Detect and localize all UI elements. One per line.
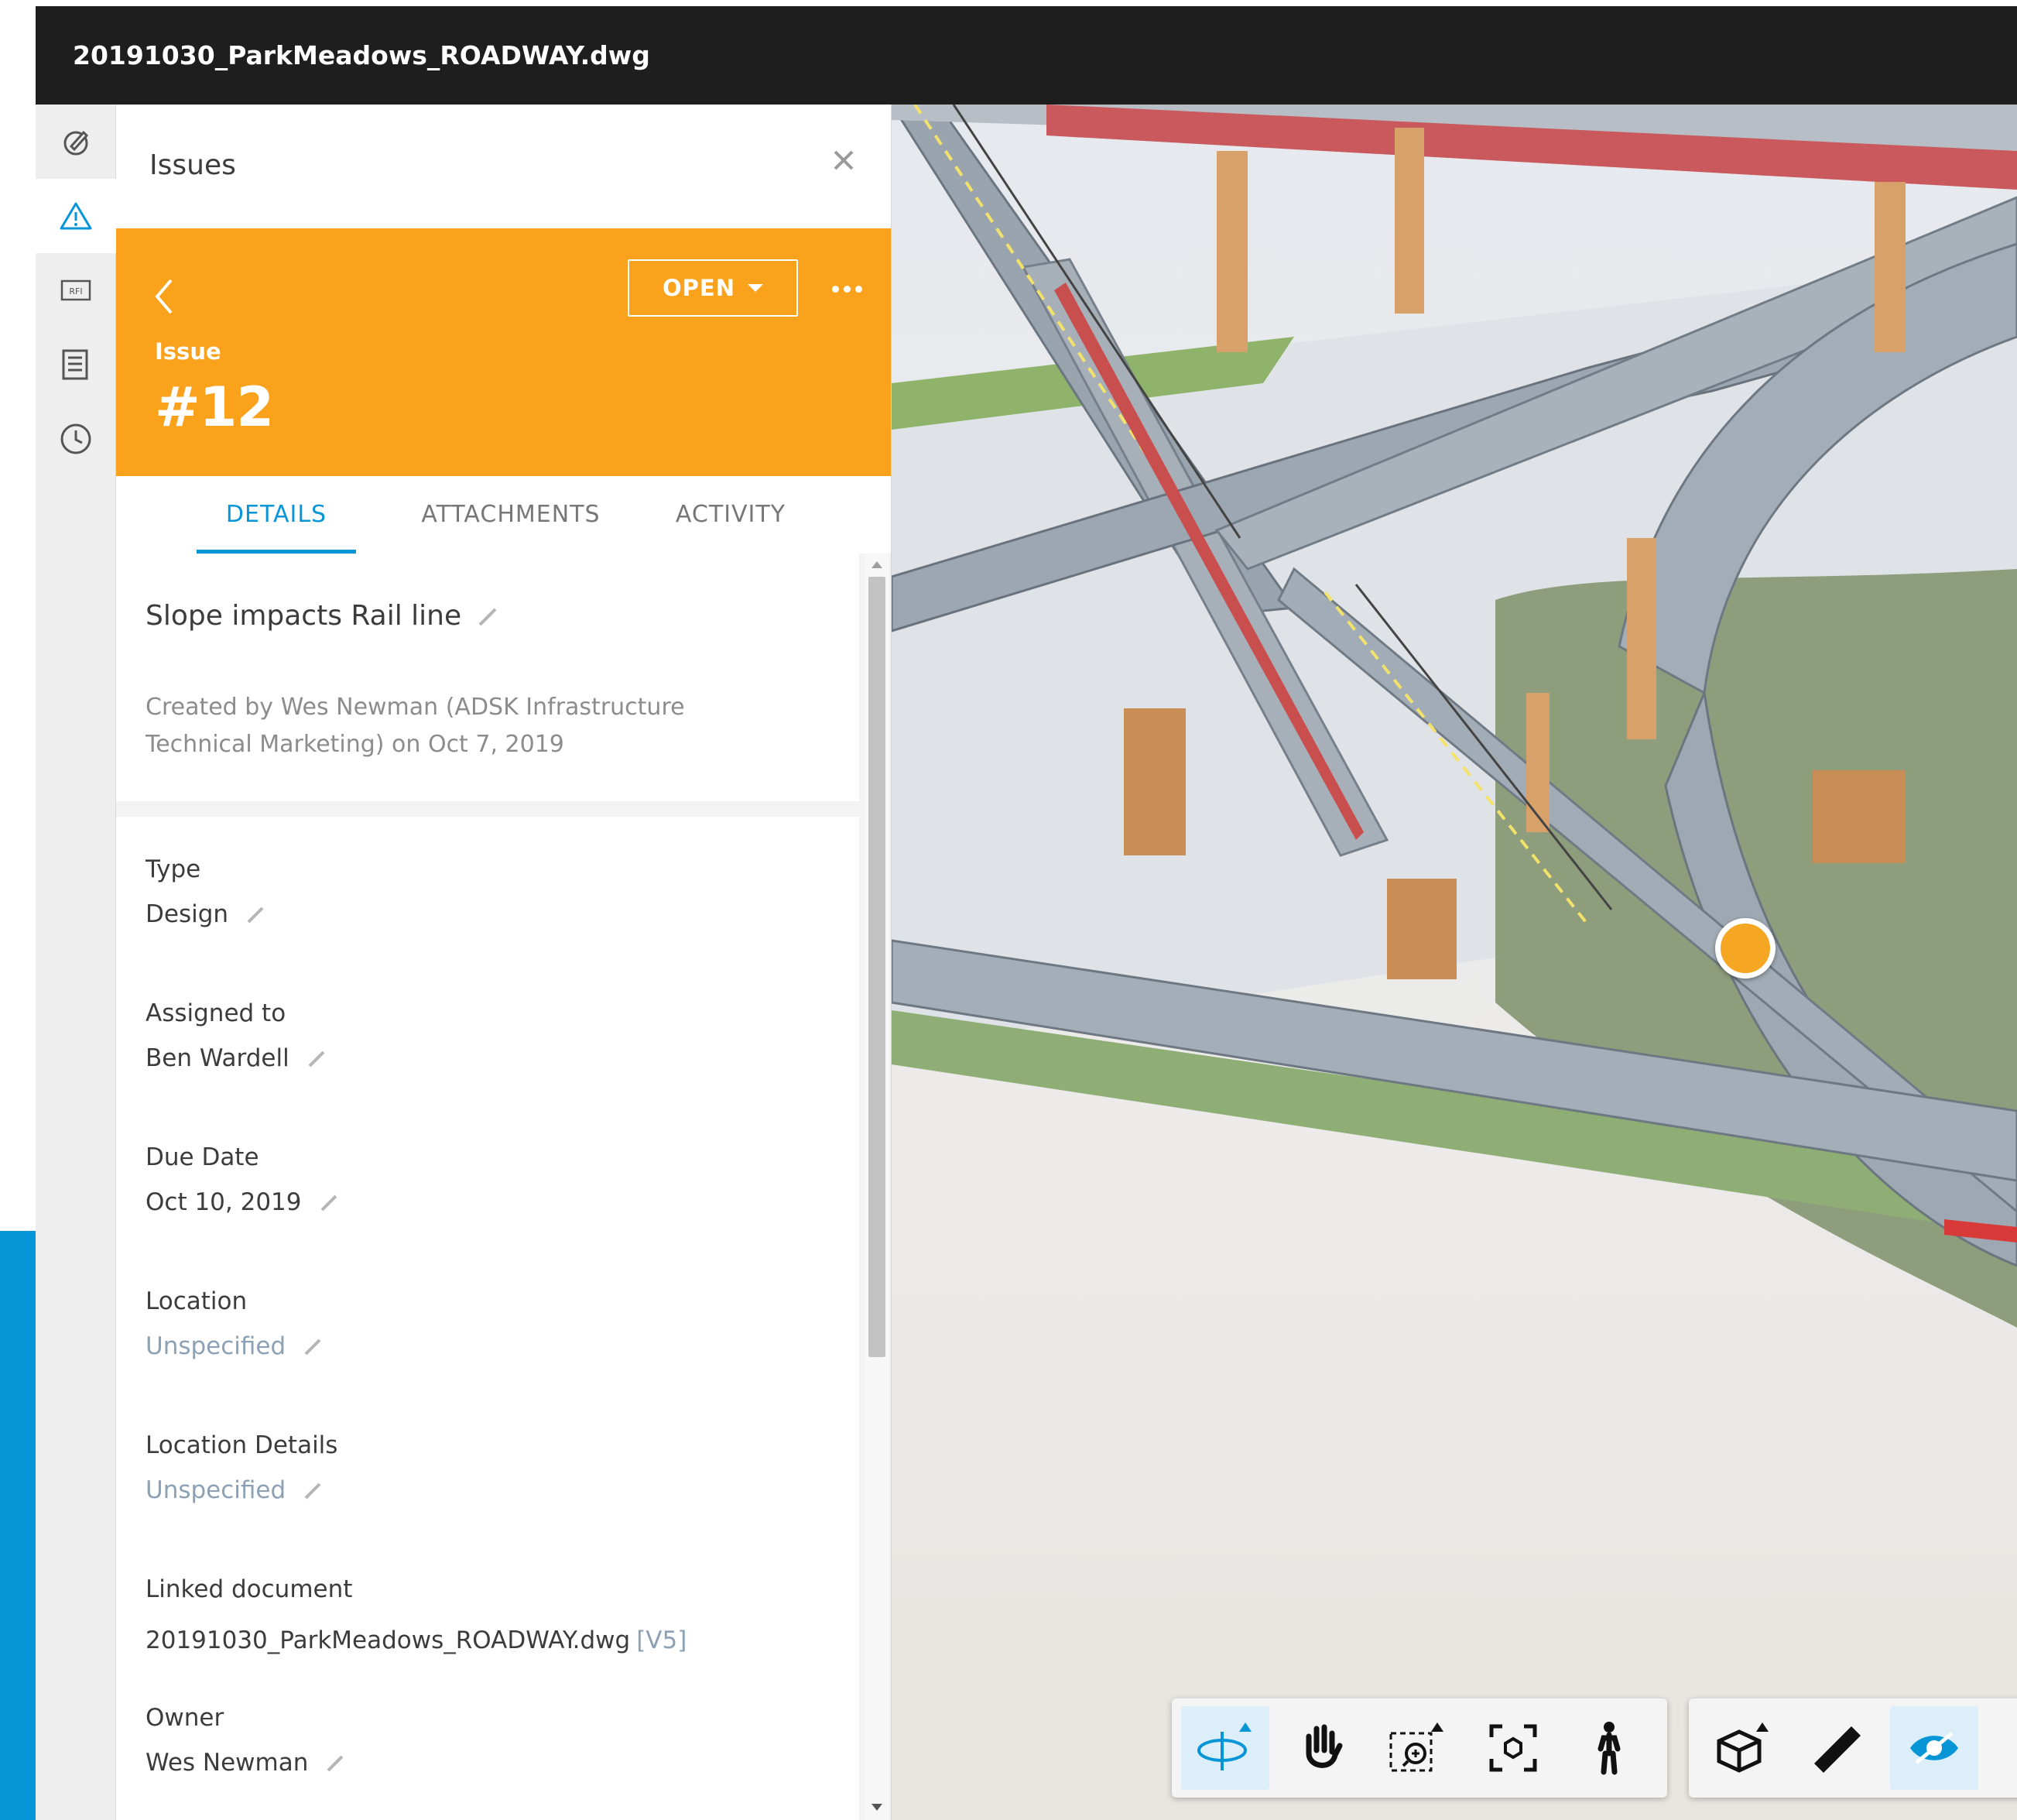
issues-panel: Issues OPEN Issue #12 DETAILS ATTACHMENT… xyxy=(116,105,892,1820)
caret-down-icon xyxy=(748,284,763,292)
title-bar: 20191030_ParkMeadows_ROADWAY.dwg xyxy=(36,6,2017,105)
markup-button[interactable] xyxy=(36,105,116,179)
visibility-button[interactable] xyxy=(1890,1706,1978,1790)
field-label: Type xyxy=(146,855,201,883)
linked-document-version: [V5] xyxy=(636,1626,687,1654)
issue-title: Slope impacts Rail line xyxy=(146,600,462,632)
edit-icon[interactable] xyxy=(325,1752,347,1774)
document-title: 20191030_ParkMeadows_ROADWAY.dwg xyxy=(73,40,650,70)
close-panel-button[interactable] xyxy=(827,143,861,177)
field-location: Location Unspecified xyxy=(146,1287,324,1360)
pan-button[interactable] xyxy=(1277,1706,1365,1790)
field-label: Location Details xyxy=(146,1431,338,1459)
issue-fields: Type Design Assigned to Ben Wardell Due … xyxy=(116,817,859,1820)
history-icon xyxy=(60,423,91,454)
fit-view-icon xyxy=(1489,1724,1537,1772)
history-button[interactable] xyxy=(36,402,116,476)
zoom-window-button[interactable] xyxy=(1373,1706,1461,1790)
edit-icon[interactable] xyxy=(245,903,267,925)
details-scrollbar[interactable] xyxy=(865,554,889,1820)
tab-attachments[interactable]: ATTACHMENTS xyxy=(401,476,621,554)
field-label: Assigned to xyxy=(146,999,286,1027)
orbit-button[interactable] xyxy=(1181,1706,1269,1790)
model-browser-button[interactable] xyxy=(1698,1706,1786,1790)
panel-title: Issues xyxy=(149,149,236,181)
edit-title-icon[interactable] xyxy=(477,605,500,628)
zoom-window-icon xyxy=(1389,1722,1443,1772)
measure-icon xyxy=(1814,1726,1861,1773)
edit-icon[interactable] xyxy=(303,1335,324,1357)
field-type: Type Design xyxy=(146,855,267,928)
field-value[interactable]: Unspecified xyxy=(146,1332,286,1360)
edit-icon[interactable] xyxy=(319,1191,341,1213)
back-button[interactable] xyxy=(147,273,181,320)
issue-pushpin[interactable] xyxy=(1715,918,1776,979)
first-person-icon xyxy=(1598,1722,1621,1775)
field-label: Linked document xyxy=(146,1575,353,1603)
close-icon xyxy=(834,150,854,170)
more-options-button[interactable] xyxy=(824,272,870,306)
field-linked-document: Linked document 20191030_ParkMeadows_ROA… xyxy=(146,1575,687,1654)
sheets-icon xyxy=(62,349,88,380)
field-location-details: Location Details Unspecified xyxy=(146,1431,337,1504)
tab-details[interactable]: DETAILS xyxy=(197,476,356,554)
edit-icon[interactable] xyxy=(306,1047,328,1069)
navigation-toolbar xyxy=(1172,1698,1667,1798)
svg-text:RFI: RFI xyxy=(69,286,82,296)
hide-visibility-icon xyxy=(1910,1732,1958,1764)
status-dropdown[interactable]: OPEN xyxy=(628,259,798,317)
issue-label: Issue xyxy=(155,338,221,365)
field-value[interactable]: Ben Wardell xyxy=(146,1044,289,1072)
field-value[interactable]: Oct 10, 2019 xyxy=(146,1188,302,1216)
scroll-up-arrow-icon[interactable] xyxy=(872,561,882,568)
field-owner: Owner Wes Newman xyxy=(146,1704,347,1777)
linked-document-link[interactable]: 20191030_ParkMeadows_ROADWAY.dwg xyxy=(146,1626,630,1654)
viewer-app: 20191030_ParkMeadows_ROADWAY.dwg RFI Iss… xyxy=(36,6,2017,1820)
rfi-button[interactable]: RFI xyxy=(36,253,116,327)
issue-tabs: DETAILS ATTACHMENTS ACTIVITY xyxy=(116,476,891,554)
model-browser-icon xyxy=(1717,1722,1769,1773)
model-toolbar xyxy=(1689,1698,2017,1798)
more-icon xyxy=(831,285,839,293)
issue-header: OPEN Issue #12 xyxy=(116,228,891,476)
field-value[interactable]: Unspecified xyxy=(146,1476,286,1504)
markup-icon xyxy=(63,130,89,156)
orbit-icon xyxy=(1197,1722,1252,1770)
field-value[interactable]: Design xyxy=(146,900,228,928)
roadway-model xyxy=(892,105,2017,1328)
field-label: Owner xyxy=(146,1704,224,1732)
scrollbar-thumb[interactable] xyxy=(868,577,885,1357)
measure-button[interactable] xyxy=(1794,1706,1882,1790)
issue-number: #12 xyxy=(155,375,274,439)
tab-activity[interactable]: ACTIVITY xyxy=(661,476,800,554)
issue-summary: Slope impacts Rail line Created by Wes N… xyxy=(116,554,859,801)
field-label: Location xyxy=(146,1287,248,1315)
scroll-down-arrow-icon[interactable] xyxy=(872,1804,882,1811)
created-by-text: Created by Wes Newman (ADSK Infrastructu… xyxy=(146,694,685,758)
model-viewport[interactable] xyxy=(892,105,2017,1820)
first-person-button[interactable] xyxy=(1565,1706,1653,1790)
issues-icon xyxy=(60,202,92,230)
pan-icon xyxy=(1306,1724,1343,1768)
fit-view-button[interactable] xyxy=(1469,1706,1557,1790)
edit-icon[interactable] xyxy=(303,1479,324,1501)
status-label: OPEN xyxy=(663,275,735,301)
issues-button[interactable] xyxy=(36,179,116,253)
tool-rail: RFI xyxy=(36,105,116,1820)
field-due-date: Due Date Oct 10, 2019 xyxy=(146,1143,341,1216)
field-label: Due Date xyxy=(146,1143,259,1171)
chevron-left-icon xyxy=(155,279,173,314)
panel-header: Issues xyxy=(116,105,891,228)
background-accent-strip xyxy=(0,1231,36,1820)
details-pane[interactable]: Slope impacts Rail line Created by Wes N… xyxy=(116,554,891,1820)
rfi-icon: RFI xyxy=(60,279,91,301)
field-assigned-to: Assigned to Ben Wardell xyxy=(146,999,328,1072)
sheets-button[interactable] xyxy=(36,327,116,402)
field-value[interactable]: Wes Newman xyxy=(146,1749,308,1777)
